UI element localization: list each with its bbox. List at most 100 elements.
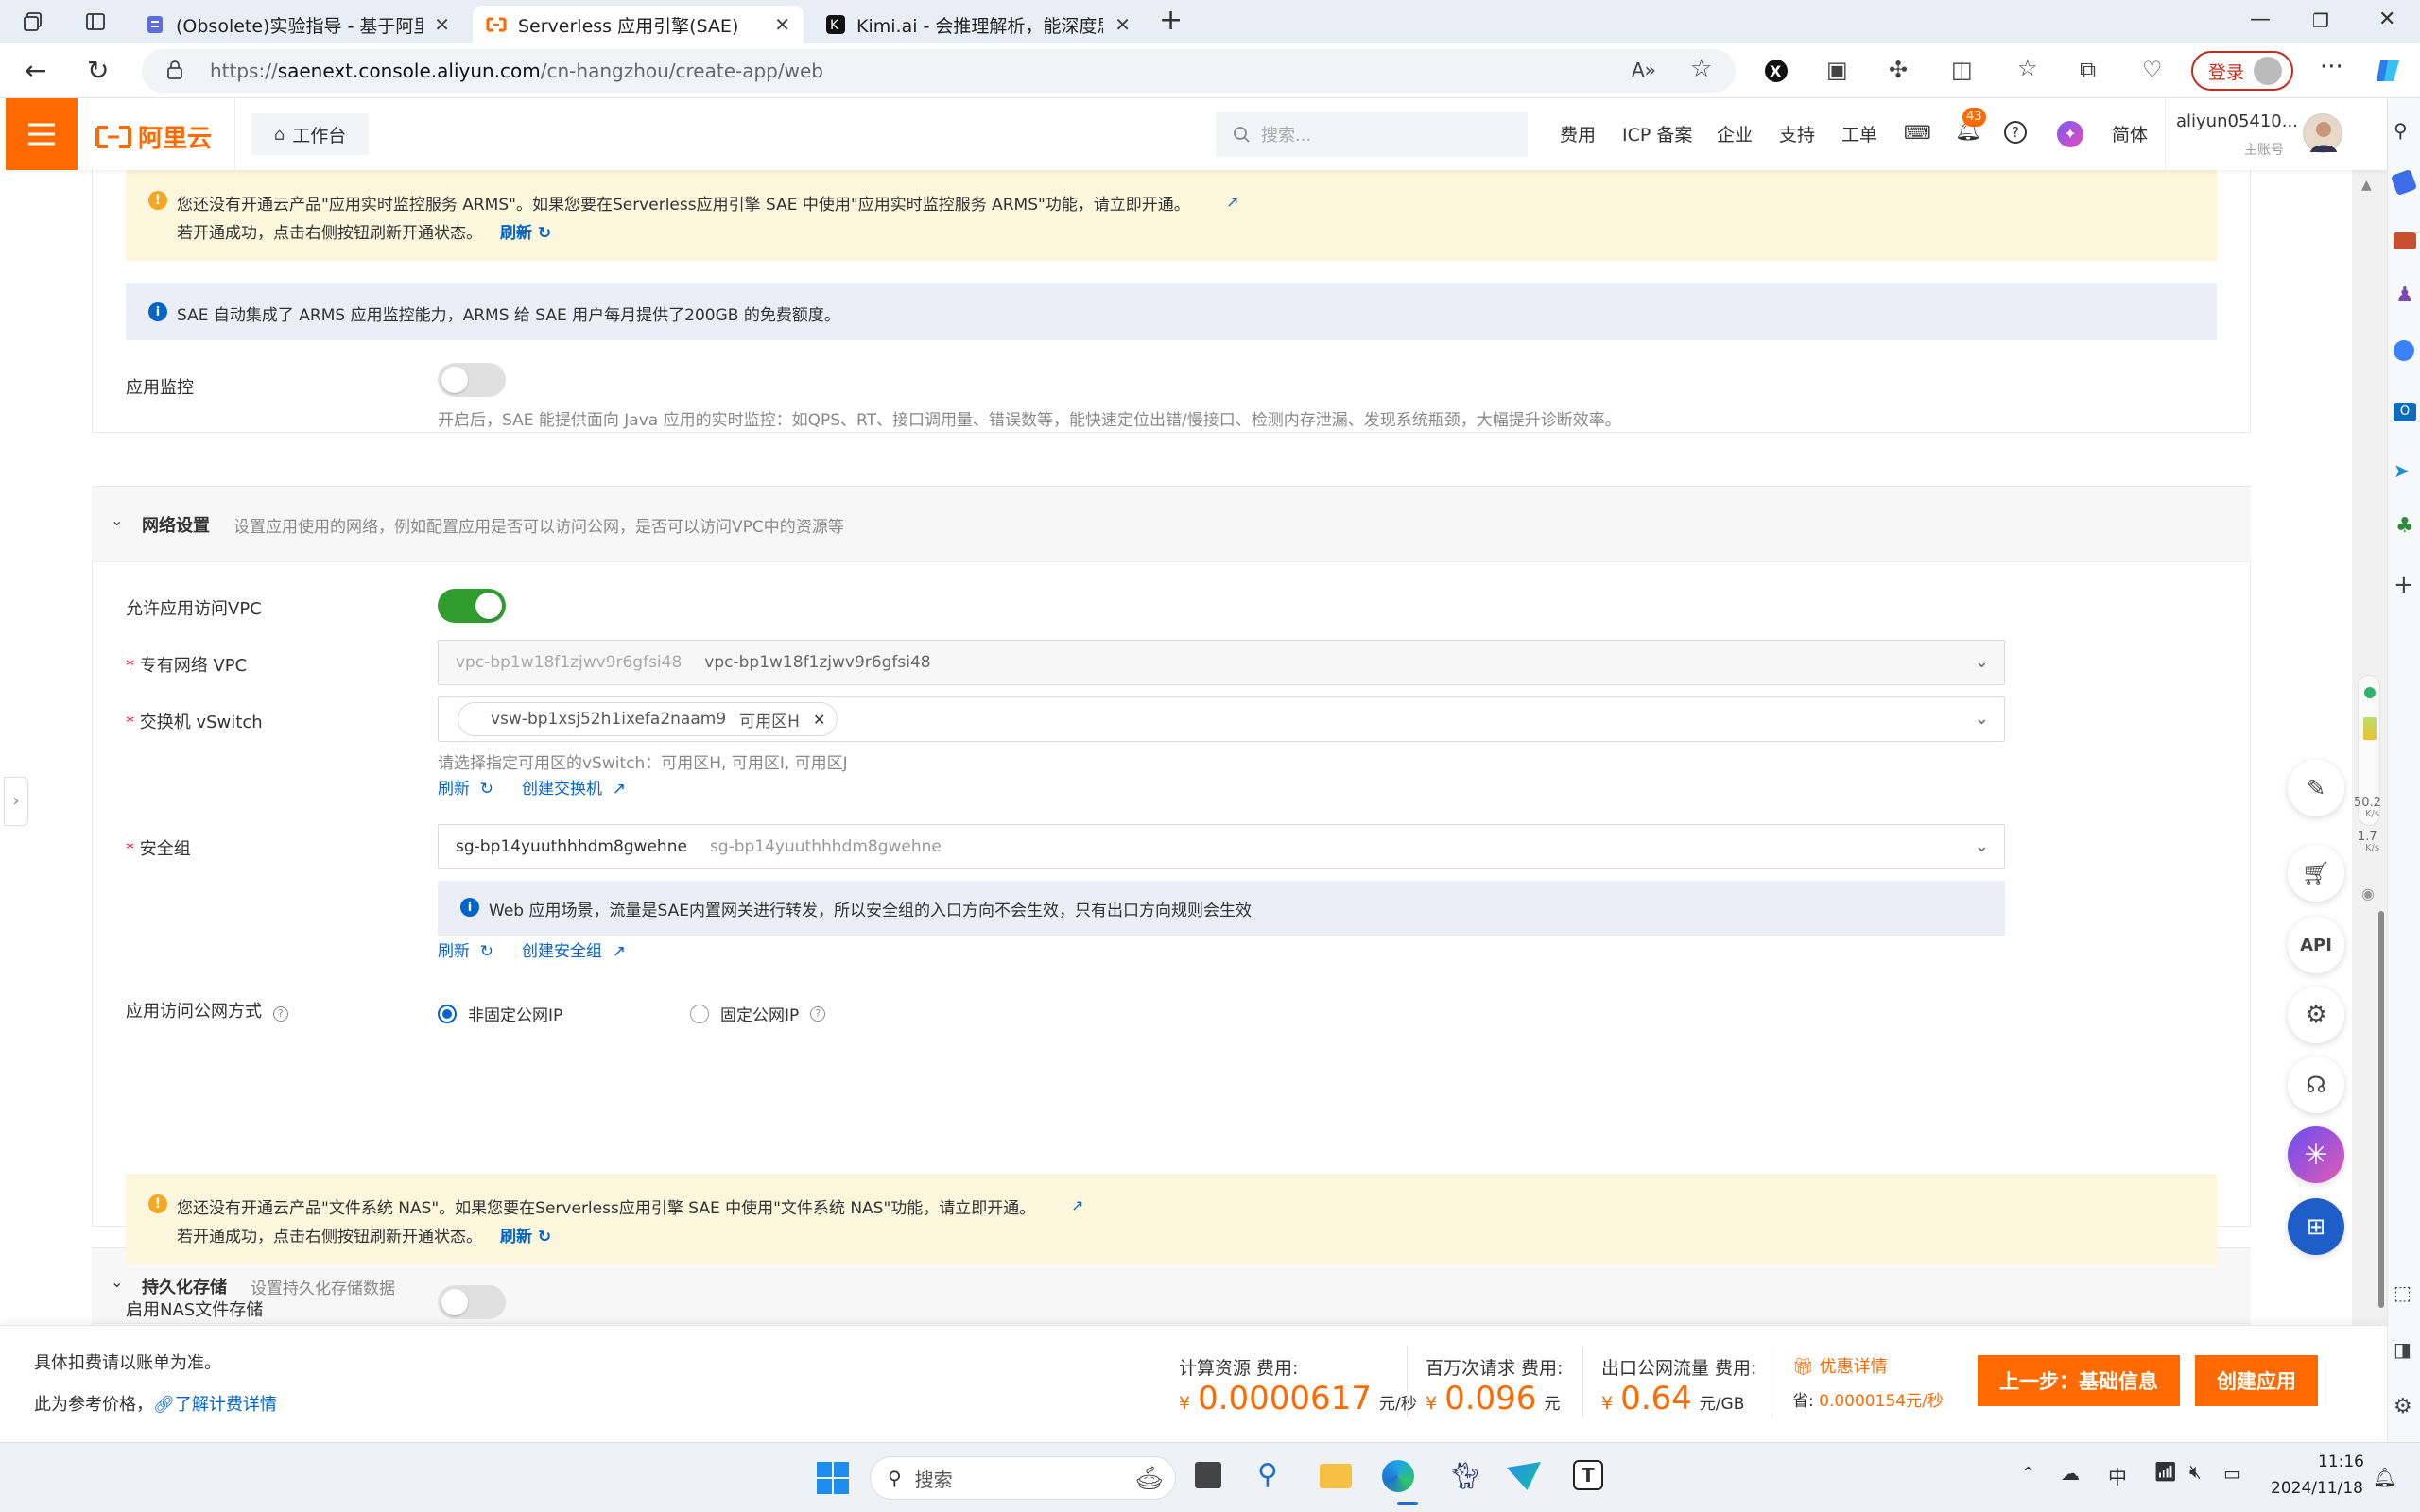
allow-vpc-toggle[interactable]: [438, 589, 506, 623]
radio-dynamic-ip[interactable]: 非固定公网IP: [438, 1002, 562, 1025]
collections-icon[interactable]: ⧉: [2080, 57, 2096, 83]
external-link-icon[interactable]: ↗: [1226, 193, 1238, 211]
toolbox-icon[interactable]: [2394, 232, 2416, 249]
nav-fees[interactable]: 费用: [1560, 121, 1596, 146]
page-scrollbar[interactable]: ▲ 50.2 K/s 1.7 K/s ◉: [2352, 98, 2387, 1325]
close-window-icon[interactable]: ✕: [2378, 8, 2395, 31]
network-section-header[interactable]: ⌄ 网络设置 设置应用使用的网络，例如配置应用是否可以访问公网，是否可以访问VP…: [92, 487, 2251, 562]
wifi-icon[interactable]: 📶︎: [2153, 1460, 2177, 1483]
sg-refresh-link[interactable]: 刷新 ↻: [438, 937, 493, 961]
screenshot-icon[interactable]: ⬚: [2394, 1281, 2411, 1304]
send-icon[interactable]: ➤: [2394, 459, 2410, 482]
nav-tickets[interactable]: 工单: [1841, 121, 1877, 146]
apps-button[interactable]: ⊞: [2288, 1198, 2344, 1255]
taskbar-search[interactable]: ⚲ 搜索 🥧︎: [870, 1456, 1176, 1500]
battery-icon[interactable]: ▭: [2223, 1462, 2241, 1485]
performance-icon[interactable]: ♡: [2142, 57, 2163, 83]
file-explorer-icon[interactable]: [1320, 1464, 1352, 1488]
edge-browser-icon[interactable]: [1382, 1460, 1414, 1492]
browser-tab-2[interactable]: Serverless 应用引擎(SAE) ✕: [473, 6, 804, 43]
security-group-select[interactable]: sg-bp14yuuthhhdm8gwehne sg-bp14yuuthhhdm…: [438, 824, 2005, 869]
user-avatar[interactable]: [2303, 113, 2342, 153]
task-view-icon[interactable]: [1195, 1462, 1221, 1488]
language-switch[interactable]: 简体: [2112, 121, 2148, 146]
arms-refresh-link[interactable]: 刷新 ↻: [500, 219, 551, 243]
nav-enterprise[interactable]: 企业: [1717, 121, 1753, 146]
create-sg-link[interactable]: 创建安全组 ↗: [522, 937, 626, 961]
browser-tab-1[interactable]: (Obsolete)实验指导 - 基于阿里云 ✕: [132, 6, 463, 43]
workspaces-icon[interactable]: [23, 11, 43, 32]
user-name[interactable]: aliyun05410...: [2176, 112, 2298, 131]
sidebar-panel-icon[interactable]: ◨: [2394, 1338, 2411, 1361]
discount-detail-link[interactable]: 🎁︎ 优惠详情: [1792, 1353, 1888, 1378]
nav-icp[interactable]: ICP 备案: [1622, 121, 1692, 146]
extensions-icon[interactable]: ✣: [1889, 57, 1908, 83]
read-aloud-icon[interactable]: A»: [1632, 59, 1656, 81]
vpc-select[interactable]: vpc-bp1w18f1zjwv9r6gfsi48 vpc-bp1w18f1zj…: [438, 640, 2005, 685]
scroll-up-icon[interactable]: ▲: [2361, 178, 2372, 193]
gear-icon[interactable]: ⚙: [2394, 1395, 2412, 1418]
monitor-toggle[interactable]: [438, 363, 506, 397]
close-tab-icon[interactable]: ✕: [434, 13, 450, 36]
clock-date[interactable]: 2024/11/18: [2271, 1479, 2363, 1498]
pricing-detail-link[interactable]: 🔗︎了解计费详情: [153, 1395, 277, 1415]
browser-tab-3[interactable]: K Kimi.ai - 会推理解析，能深度思考 ✕: [813, 6, 1144, 43]
tag-icon[interactable]: [2390, 168, 2418, 197]
settings-button[interactable]: ⚙: [2288, 987, 2344, 1043]
m365-icon[interactable]: [2394, 340, 2414, 361]
vswitch-refresh-link[interactable]: 刷新 ↻: [438, 775, 493, 799]
expand-sidebar-handle[interactable]: ›: [4, 777, 28, 826]
vswitch-select[interactable]: vsw-bp1xsj52h1ixefa2naam9 可用区H ✕ ⌄: [438, 696, 2005, 742]
search-icon[interactable]: ⚲: [2394, 119, 2408, 142]
favorites-icon[interactable]: ☆: [2017, 55, 2038, 81]
games-icon[interactable]: ♟: [2395, 284, 2414, 307]
outlook-icon[interactable]: O: [2394, 403, 2416, 421]
radio-fixed-ip[interactable]: 固定公网IP ?: [690, 1002, 826, 1025]
copilot-icon[interactable]: [2375, 57, 2403, 85]
scrollbar-thumb[interactable]: [2378, 911, 2384, 1308]
notification-bell-icon[interactable]: 🔔︎: [2373, 1466, 2396, 1488]
close-tab-icon[interactable]: ✕: [774, 13, 790, 36]
minimize-icon[interactable]: —: [2250, 8, 2271, 31]
cat-app-icon[interactable]: 🐈︎: [1448, 1460, 1482, 1491]
workbench-button[interactable]: ⌂ 工作台: [251, 113, 369, 155]
add-icon[interactable]: +: [2394, 571, 2414, 599]
back-icon[interactable]: ←: [25, 55, 46, 86]
create-app-button[interactable]: 创建应用: [2195, 1355, 2318, 1406]
tab-actions-icon[interactable]: [85, 11, 106, 32]
feishu-icon[interactable]: [1507, 1462, 1541, 1490]
menu-button[interactable]: [6, 98, 78, 170]
new-tab-icon[interactable]: +: [1159, 4, 1183, 37]
clock-time[interactable]: 11:16: [2318, 1452, 2364, 1471]
show-hidden-icons[interactable]: ⌃: [2021, 1464, 2035, 1484]
login-button[interactable]: 登录: [2191, 51, 2293, 91]
volume-muted-icon[interactable]: 🔇︎: [2189, 1460, 2202, 1483]
external-link-icon[interactable]: ↗: [1071, 1196, 1083, 1214]
nas-refresh-link[interactable]: 刷新 ↻: [500, 1223, 551, 1246]
customer-service-button[interactable]: ☊: [2288, 1057, 2344, 1113]
cart-button[interactable]: 🛒︎: [2288, 845, 2344, 902]
ai-assistant-icon[interactable]: ✦: [2057, 121, 2083, 147]
aliyun-logo[interactable]: 阿里云: [95, 119, 212, 154]
feedback-edit-button[interactable]: ✎: [2288, 760, 2344, 816]
split-screen-icon[interactable]: ▣: [1826, 57, 1848, 83]
nas-toggle[interactable]: [438, 1285, 506, 1319]
onedrive-icon[interactable]: ☁: [2061, 1462, 2080, 1485]
create-vswitch-link[interactable]: 创建交换机 ↗: [522, 775, 626, 799]
extension-x-icon[interactable]: X: [1764, 59, 1789, 83]
more-menu-icon[interactable]: ···: [2320, 53, 2343, 81]
nav-support[interactable]: 支持: [1779, 121, 1815, 146]
search-app-icon[interactable]: ⚲: [1257, 1458, 1278, 1491]
address-bar[interactable]: https://saenext.console.aliyun.com/cn-ha…: [142, 49, 1736, 93]
camera-icon[interactable]: ◉: [2361, 885, 2375, 902]
windows-start-icon[interactable]: [817, 1462, 849, 1494]
cloud-shell-icon[interactable]: ⌨: [1904, 121, 1931, 144]
sidebar-toggle-icon[interactable]: ◫: [1951, 57, 1973, 83]
favorite-star-icon[interactable]: ☆: [1690, 55, 1712, 83]
close-tab-icon[interactable]: ✕: [1115, 13, 1131, 36]
tree-icon[interactable]: ♣: [2395, 514, 2414, 538]
maximize-icon[interactable]: ❐: [2312, 9, 2329, 32]
ai-assistant-button[interactable]: ✳: [2288, 1126, 2344, 1183]
api-button[interactable]: API: [2288, 917, 2344, 973]
reload-icon[interactable]: ↻: [87, 55, 109, 86]
